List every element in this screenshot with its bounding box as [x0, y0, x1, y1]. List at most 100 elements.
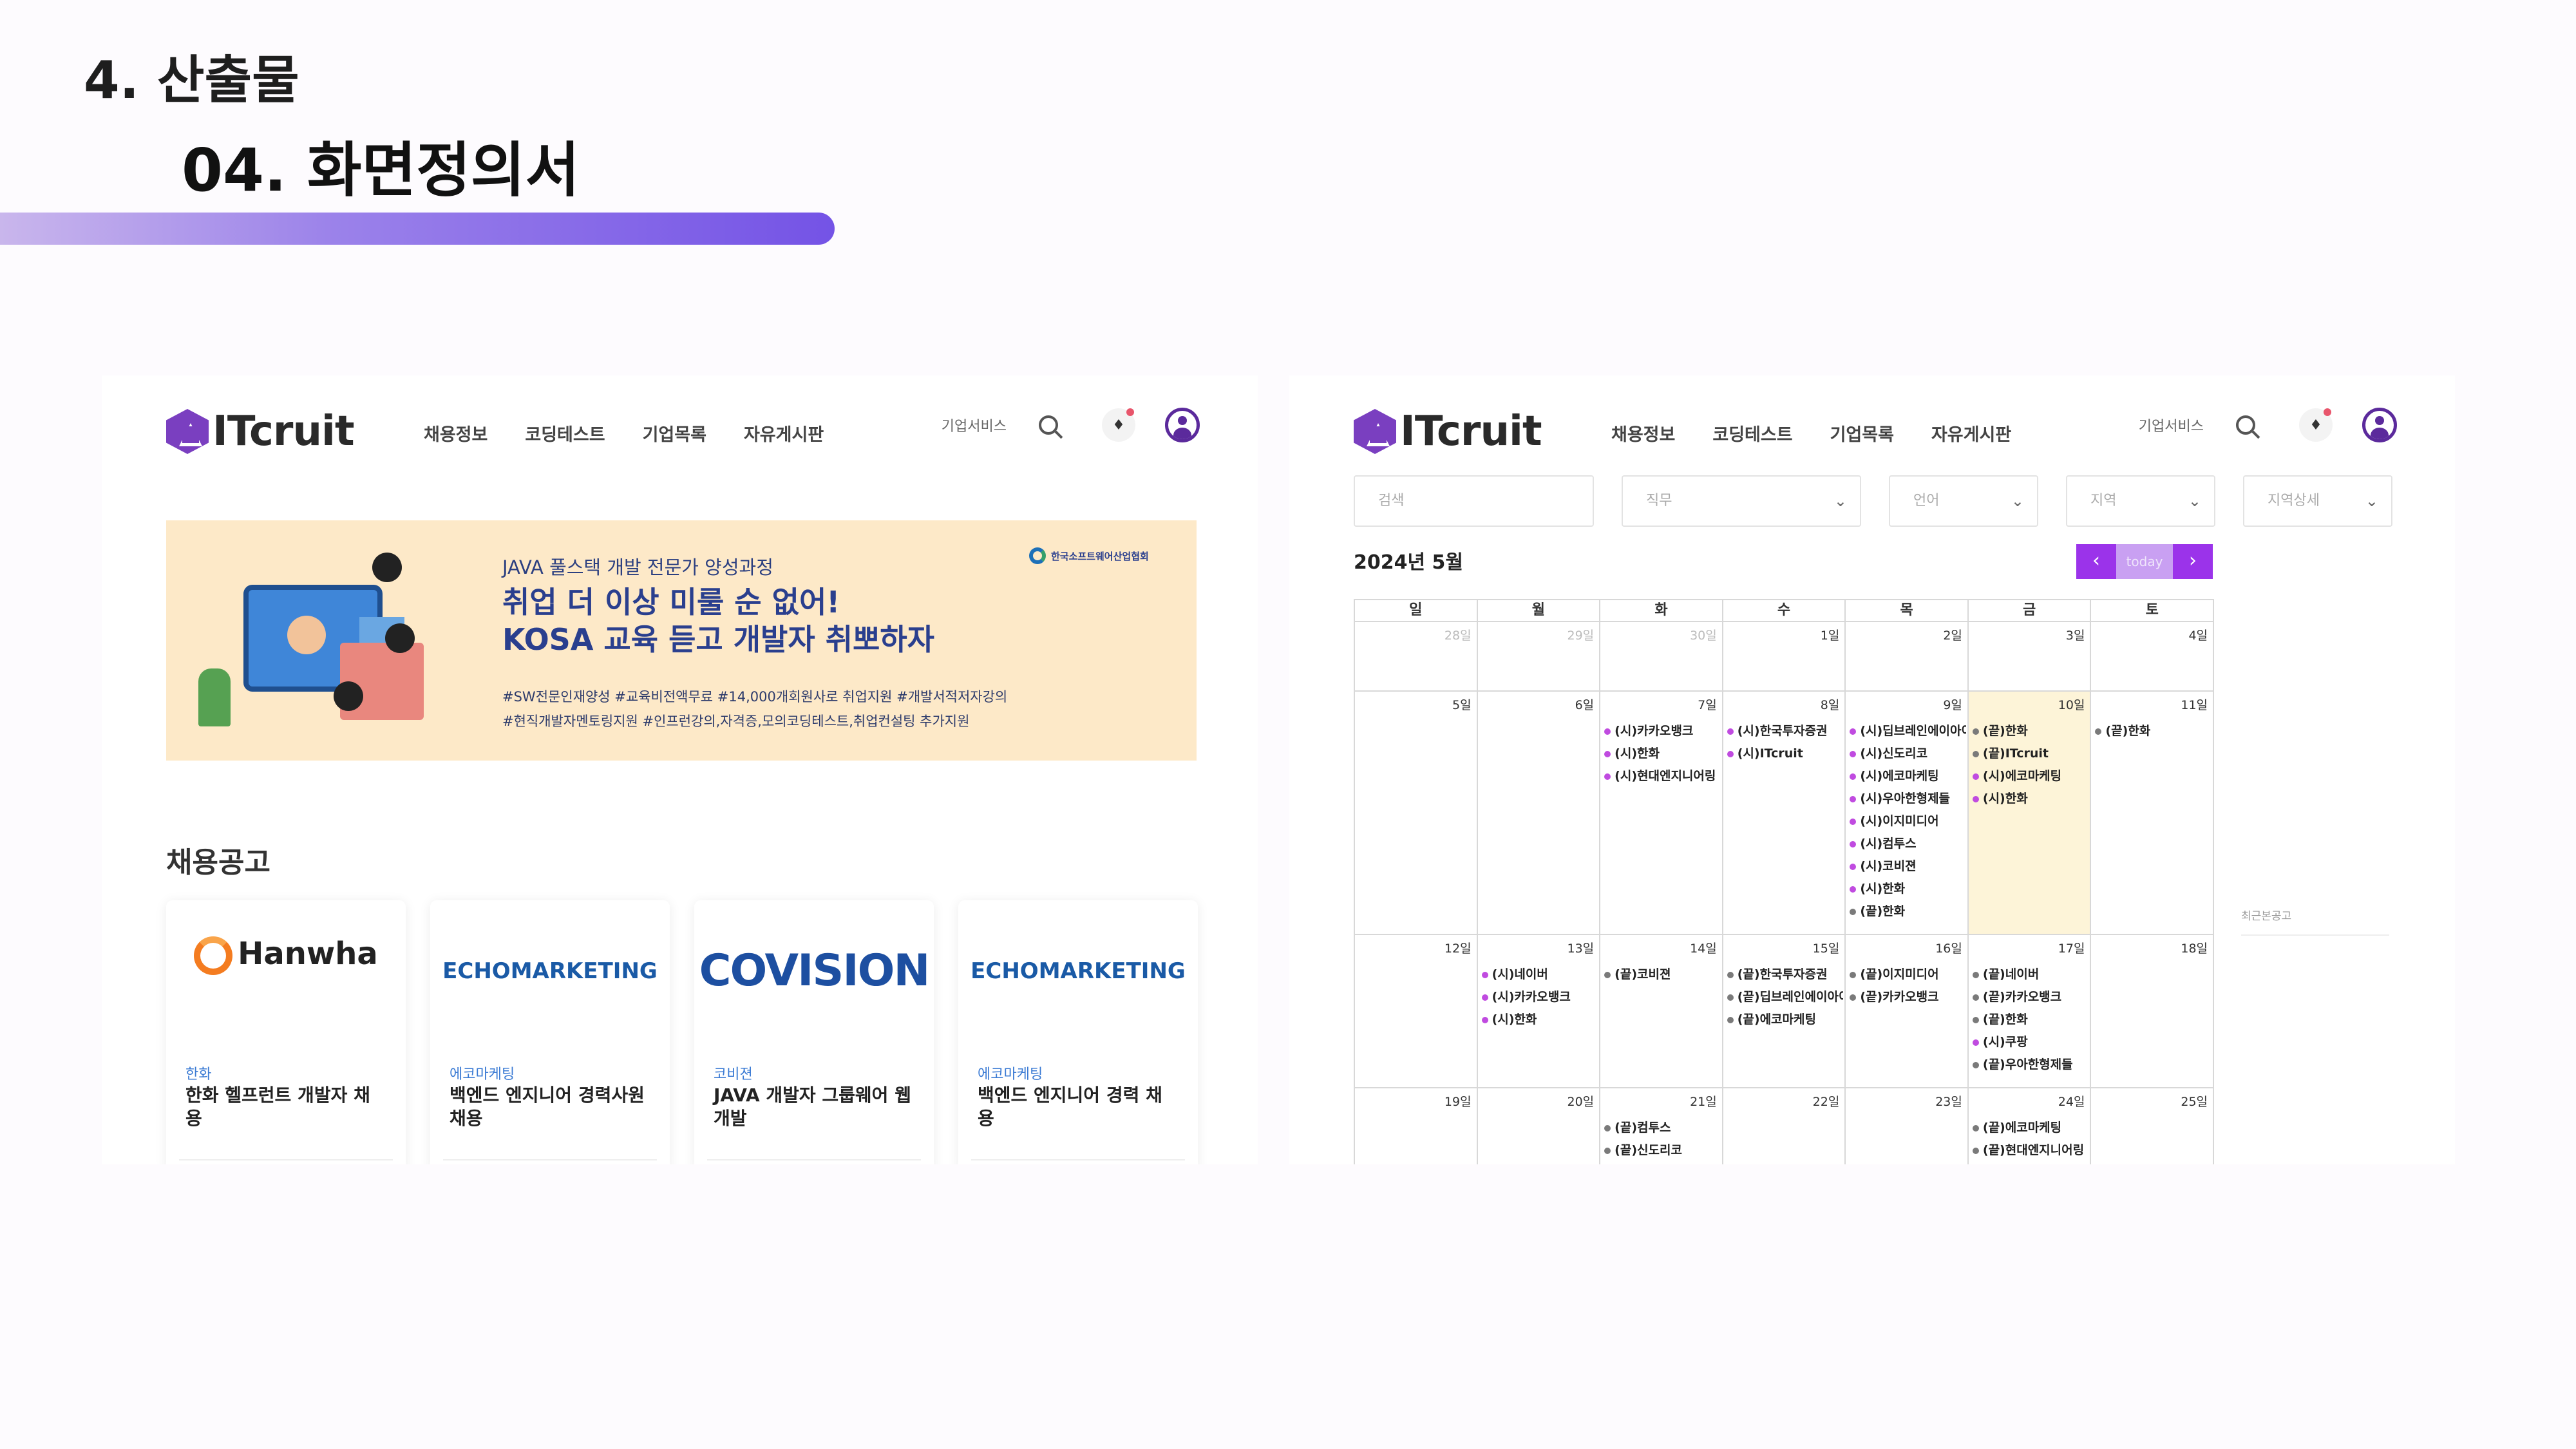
- calendar-day[interactable]: 20일: [1478, 1088, 1601, 1164]
- calendar-day[interactable]: 16일 (끝)이지미디어 (끝)카카오뱅크: [1846, 935, 1969, 1088]
- calendar-event[interactable]: (끝)코비젼: [1604, 963, 1721, 986]
- region-select[interactable]: 지역 ⌄: [2066, 475, 2215, 527]
- calendar-day[interactable]: 24일 (끝)에코마케팅 (끝)현대엔지니어링: [1969, 1088, 2092, 1164]
- calendar-event[interactable]: (시)이지미디어: [1850, 810, 1966, 833]
- calendar-event[interactable]: (끝)카카오뱅크: [1972, 986, 2089, 1009]
- calendar-event[interactable]: (시)에코마케팅: [1972, 765, 2089, 788]
- calendar-event[interactable]: (끝)컴투스: [1604, 1117, 1721, 1139]
- job-select[interactable]: 직무 ⌄: [1622, 475, 1861, 527]
- calendar-day[interactable]: 22일: [1723, 1088, 1846, 1164]
- calendar-day[interactable]: 5일: [1355, 692, 1478, 935]
- region-detail-select[interactable]: 지역상세 ⌄: [2243, 475, 2392, 527]
- calendar-event[interactable]: (끝)카카오뱅크: [1850, 986, 1966, 1009]
- calendar-day[interactable]: 2일: [1846, 622, 1969, 692]
- job-card[interactable]: ECHOMARKETING 에코마케팅 백엔드 엔지니어 경력사원 채용: [430, 900, 670, 1164]
- calendar-event[interactable]: (시)컴투스: [1850, 833, 1966, 855]
- next-month-button[interactable]: ›: [2173, 544, 2213, 579]
- nav-item-companies[interactable]: 기업목록: [1830, 421, 1894, 446]
- calendar-event[interactable]: (시)신도리코: [1850, 743, 1966, 765]
- calendar-day[interactable]: 3일: [1968, 622, 2092, 692]
- job-title[interactable]: 백엔드 엔지니어 경력사원 채용: [450, 1084, 650, 1130]
- calendar-day[interactable]: 17일 (끝)네이버 (끝)카카오뱅크 (끝)한화 (시)쿠팡 (끝)우아한형제들: [1968, 935, 2092, 1088]
- language-select[interactable]: 언어 ⌄: [1889, 475, 2038, 527]
- calendar-day[interactable]: 29일: [1477, 622, 1601, 692]
- calendar-event[interactable]: (시)ITcruit: [1727, 743, 1844, 765]
- corp-service-link[interactable]: 기업서비스: [942, 415, 1007, 435]
- calendar-day[interactable]: 19일: [1355, 1088, 1478, 1164]
- prev-month-button[interactable]: ‹: [2076, 544, 2116, 579]
- nav-item-board[interactable]: 자유게시판: [1931, 421, 2011, 446]
- bell-icon[interactable]: ♦: [2299, 408, 2333, 442]
- nav-item-jobs[interactable]: 채용정보: [1611, 421, 1675, 446]
- calendar-event[interactable]: (끝)신도리코: [1604, 1139, 1721, 1162]
- calendar-event[interactable]: (끝)한화: [1850, 900, 1966, 923]
- search-icon[interactable]: [1039, 415, 1058, 435]
- calendar-event[interactable]: (시)한화: [1481, 1009, 1598, 1031]
- calendar-event[interactable]: (끝)에코마케팅: [1727, 1009, 1844, 1031]
- calendar-event[interactable]: (끝)네이버: [1972, 963, 2089, 986]
- calendar-event[interactable]: (시)우아한형제들: [1850, 788, 1966, 810]
- calendar-day[interactable]: 18일: [2091, 935, 2215, 1088]
- calendar-event[interactable]: (끝)딥브레인에이아이: [1727, 986, 1843, 1009]
- job-title[interactable]: JAVA 개발자 그룹웨어 웹 개발: [714, 1084, 914, 1130]
- promo-banner[interactable]: 한국소프트웨어산업협회 JAVA 풀스택 개발 전문가 양성과정 취업 더 이상…: [166, 520, 1197, 761]
- job-card[interactable]: Hanwha 한화 한화 헬프런트 개발자 채용: [166, 900, 406, 1164]
- calendar-event[interactable]: (끝)현대엔지니어링: [1972, 1139, 2089, 1162]
- calendar-day[interactable]: 11일 (끝)한화: [2091, 692, 2215, 935]
- calendar-event[interactable]: (시)한화: [1972, 788, 2089, 810]
- calendar-day[interactable]: 23일: [1846, 1088, 1969, 1164]
- search-input[interactable]: 검색: [1354, 475, 1594, 527]
- calendar-event[interactable]: (시)에코마케팅: [1850, 765, 1966, 788]
- search-icon[interactable]: [2236, 415, 2255, 435]
- calendar-event[interactable]: (끝)에코마케팅: [1972, 1117, 2089, 1139]
- user-icon[interactable]: [2362, 408, 2397, 442]
- nav-item-board[interactable]: 자유게시판: [744, 421, 824, 446]
- calendar-event[interactable]: (시)한국투자증권: [1727, 720, 1844, 743]
- calendar-day[interactable]: 21일 (끝)컴투스 (끝)신도리코: [1600, 1088, 1723, 1164]
- user-icon[interactable]: [1165, 408, 1200, 442]
- calendar-day[interactable]: 30일: [1600, 622, 1723, 692]
- calendar-event[interactable]: (끝)한화: [1972, 1009, 2089, 1031]
- bell-icon[interactable]: ♦: [1102, 408, 1135, 442]
- calendar-event[interactable]: (시)네이버: [1481, 963, 1598, 986]
- calendar-event[interactable]: (시)한화: [1850, 878, 1966, 900]
- calendar-day[interactable]: 8일 (시)한국투자증권 (시)ITcruit: [1723, 692, 1846, 935]
- calendar-day[interactable]: 12일: [1355, 935, 1478, 1088]
- calendar-day[interactable]: 4일: [2091, 622, 2215, 692]
- calendar-day[interactable]: 9일 (시)딥브레인에이아이 (시)신도리코 (시)에코마케팅 (시)우아한형제들 (시)…: [1846, 692, 1969, 935]
- nav-item-companies[interactable]: 기업목록: [643, 421, 706, 446]
- calendar-day[interactable]: 6일: [1477, 692, 1601, 935]
- today-button[interactable]: today: [2116, 544, 2173, 579]
- nav-item-jobs[interactable]: 채용정보: [424, 421, 488, 446]
- calendar-day[interactable]: 13일 (시)네이버 (시)카카오뱅크 (시)한화: [1477, 935, 1601, 1088]
- job-title[interactable]: 한화 헬프런트 개발자 채용: [185, 1084, 386, 1130]
- calendar-event[interactable]: (시)카카오뱅크: [1481, 986, 1598, 1009]
- job-title[interactable]: 백엔드 엔지니어 경력 채용: [978, 1084, 1179, 1130]
- calendar-day[interactable]: 28일: [1355, 622, 1478, 692]
- nav-item-coding-test[interactable]: 코딩테스트: [1712, 421, 1792, 446]
- calendar-day[interactable]: 1일: [1723, 622, 1846, 692]
- calendar-day[interactable]: 7일 (시)카카오뱅크 (시)한화 (시)현대엔지니어링: [1600, 692, 1723, 935]
- calendar-day[interactable]: 14일 (끝)코비젼: [1600, 935, 1723, 1088]
- calendar-event[interactable]: (시)코비젼: [1850, 855, 1966, 878]
- calendar-day[interactable]: 25일: [2091, 1088, 2215, 1164]
- calendar-event[interactable]: (끝)ITcruit: [1972, 743, 2089, 765]
- nav-item-coding-test[interactable]: 코딩테스트: [525, 421, 605, 446]
- logo[interactable]: ITcruit: [166, 408, 355, 455]
- corp-service-link[interactable]: 기업서비스: [2139, 415, 2204, 435]
- calendar-day[interactable]: 10일 (끝)한화 (끝)ITcruit (시)에코마케팅 (시)한화: [1968, 692, 2092, 935]
- logo[interactable]: ITcruit: [1354, 408, 1542, 455]
- calendar-event[interactable]: (시)카카오뱅크: [1604, 720, 1721, 743]
- calendar-event[interactable]: (끝)한화: [1972, 720, 2089, 743]
- calendar-event[interactable]: (시)한화: [1604, 743, 1721, 765]
- calendar-day[interactable]: 15일 (끝)한국투자증권 (끝)딥브레인에이아이 (끝)에코마케팅: [1723, 935, 1846, 1088]
- calendar-event[interactable]: (끝)한국투자증권: [1727, 963, 1844, 986]
- calendar-event[interactable]: (시)쿠팡: [1972, 1031, 2089, 1054]
- job-card[interactable]: ECHOMARKETING 에코마케팅 백엔드 엔지니어 경력 채용: [958, 900, 1198, 1164]
- job-card[interactable]: COVISION 코비젼 JAVA 개발자 그룹웨어 웹 개발: [694, 900, 934, 1164]
- calendar-event[interactable]: (끝)이지미디어: [1850, 963, 1966, 986]
- calendar-event[interactable]: (시)현대엔지니어링: [1604, 765, 1721, 788]
- calendar-event[interactable]: (끝)한화: [2095, 720, 2211, 743]
- calendar-event[interactable]: (끝)우아한형제들: [1972, 1054, 2089, 1076]
- calendar-event[interactable]: (시)딥브레인에이아이: [1850, 720, 1966, 743]
